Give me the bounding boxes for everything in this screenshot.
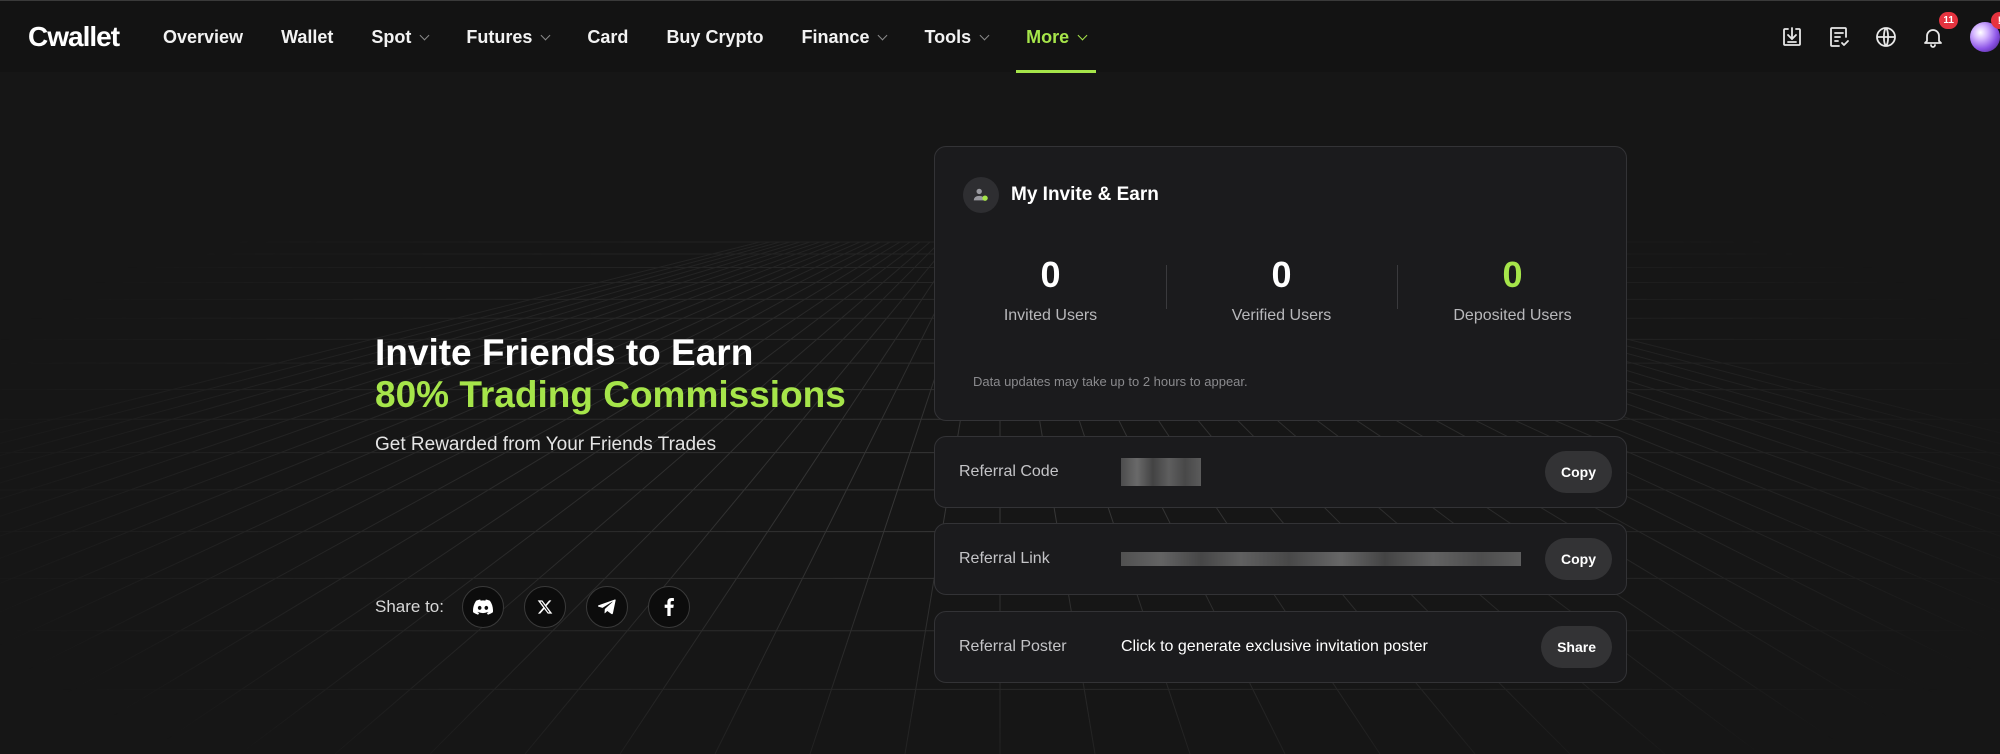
chevron-down-icon [878,30,888,40]
share-facebook-button[interactable] [648,586,690,628]
stat-invited-value: 0 [1040,254,1061,295]
nav-overview-label: Overview [163,26,244,47]
invite-stats: 0 Invited Users 0 Verified Users 0 Depos… [935,255,1628,325]
copy-referral-link-button[interactable]: Copy [1545,538,1612,580]
stat-verified-users: 0 Verified Users [1166,255,1397,325]
stat-deposited-value: 0 [1502,254,1523,295]
chevron-down-icon [419,30,430,40]
share-telegram-button[interactable] [586,586,628,628]
nav-more-label: More [1026,26,1070,47]
referral-link-row: Referral Link Copy [934,523,1627,595]
referral-code-value-redacted [1121,458,1201,486]
stat-invited-users: 0 Invited Users [935,255,1166,325]
hero-title: Invite Friends to Earn [375,332,754,373]
hero-subtitle: Get Rewarded from Your Friends Trades [375,434,717,455]
nav-card[interactable]: Card [587,1,628,73]
referral-link-value-redacted [1121,552,1521,566]
invite-card-title: My Invite & Earn [1011,184,1159,205]
stat-verified-label: Verified Users [1231,307,1332,324]
facebook-icon [664,598,674,616]
data-update-note: Data updates may take up to 2 hours to a… [973,374,1248,389]
nav-overview[interactable]: Overview [163,1,243,73]
nav-finance-label: Finance [801,26,870,47]
referral-code-label: Referral Code [959,463,1059,480]
nav-futures-label: Futures [466,26,533,47]
share-label: Share to: [375,597,444,616]
nav-tools-label: Tools [924,26,972,47]
referral-code-row: Referral Code Copy [934,436,1627,508]
referral-poster-label: Referral Poster [959,638,1067,655]
share-discord-button[interactable] [462,586,504,628]
globe-icon[interactable] [1871,22,1901,52]
stat-deposited-users: 0 Deposited Users [1397,255,1628,325]
stat-invited-label: Invited Users [1003,307,1098,324]
chevron-down-icon [540,30,551,40]
avatar-alert-badge: ! [1991,12,2000,29]
chevron-down-icon [979,30,990,40]
users-icon [963,177,999,213]
notification-badge: 11 [1939,12,1958,29]
hero-accent-title: 80% Trading Commissions [375,374,846,415]
nav-spot-label: Spot [371,26,412,47]
discord-icon [473,599,493,615]
generate-poster-link[interactable]: Click to generate exclusive invitation p… [1121,638,1428,656]
share-row: Share to: [375,586,710,628]
invite-card-header: My Invite & Earn [963,177,1159,213]
chevron-down-icon [1077,30,1088,40]
nav-more[interactable]: More [1016,1,1097,73]
avatar[interactable]: ! [1970,12,2000,52]
nav-card-label: Card [587,26,629,47]
nav-wallet[interactable]: Wallet [281,1,333,73]
nav-finance[interactable]: Finance [801,1,888,73]
orders-icon[interactable] [1824,22,1854,52]
header-actions: 11 ! [1760,1,2000,73]
telegram-icon [598,599,616,615]
nav-buy-crypto[interactable]: Buy Crypto [666,1,763,73]
referral-poster-row[interactable]: Referral Poster Click to generate exclus… [934,611,1627,683]
bell-icon[interactable]: 11 [1918,12,1958,52]
nav-spot[interactable]: Spot [371,1,430,73]
nav-wallet-label: Wallet [281,26,334,47]
share-poster-button[interactable]: Share [1541,626,1612,668]
cwallet-logo[interactable]: Cwallet [28,21,120,53]
stat-verified-value: 0 [1271,254,1292,295]
nav-tools[interactable]: Tools [924,1,990,73]
copy-referral-code-button[interactable]: Copy [1545,451,1612,493]
download-icon[interactable] [1777,22,1807,52]
x-icon [537,600,553,614]
referral-link-label: Referral Link [959,550,1050,567]
main-nav: Overview Wallet Spot Futures Card Buy Cr… [163,1,1124,73]
stat-deposited-label: Deposited Users [1453,307,1572,324]
nav-futures[interactable]: Futures [466,1,551,73]
invite-earn-card: My Invite & Earn 0 Invited Users 0 Verif… [934,146,1627,421]
share-x-button[interactable] [524,586,566,628]
nav-buy-crypto-label: Buy Crypto [666,26,764,47]
top-navigation-bar: Cwallet Overview Wallet Spot Futures Car… [0,0,2000,73]
